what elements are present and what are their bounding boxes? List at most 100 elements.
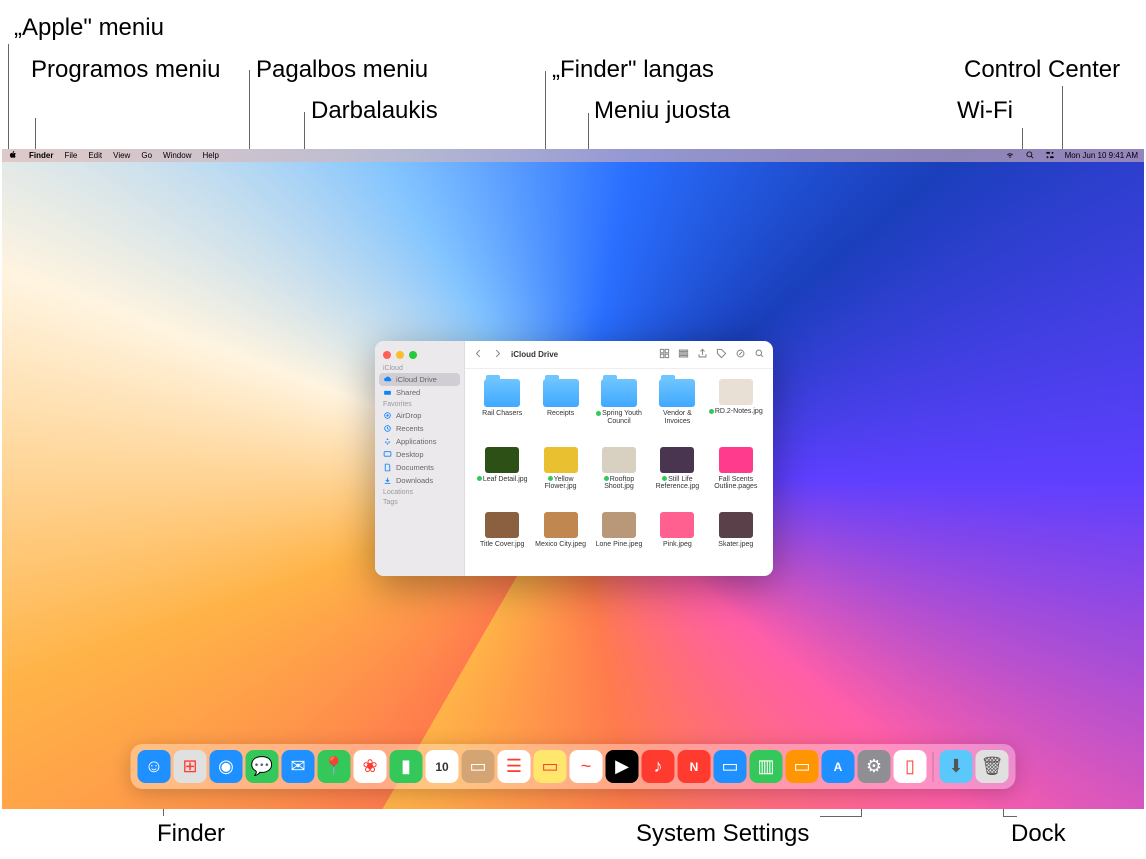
file-item[interactable]: Mexico City.jpeg: [533, 512, 587, 566]
dock-app-photos[interactable]: ❀: [354, 750, 387, 783]
sidebar-item-documents[interactable]: Documents: [375, 461, 464, 474]
file-thumbnail: [485, 447, 519, 473]
menu-window[interactable]: Window: [163, 151, 191, 160]
sidebar-item-applications[interactable]: Applications: [375, 435, 464, 448]
file-item[interactable]: Yellow Flower.jpg: [533, 447, 587, 509]
dock-separator: [933, 752, 934, 782]
sidebar-item-downloads[interactable]: Downloads: [375, 474, 464, 487]
dock-app-music[interactable]: ♪: [642, 750, 675, 783]
file-item[interactable]: RD.2-Notes.jpg: [709, 379, 763, 443]
file-item[interactable]: Title Cover.jpg: [475, 512, 529, 566]
menu-app-name[interactable]: Finder: [29, 151, 53, 160]
sidebar-item-label: Desktop: [396, 450, 424, 459]
dock-app-messages[interactable]: 💬: [246, 750, 279, 783]
file-label: Lone Pine.jpeg: [596, 541, 643, 549]
dock-app-maps[interactable]: 📍: [318, 750, 351, 783]
dock-app-reminders[interactable]: ☰: [498, 750, 531, 783]
menu-edit[interactable]: Edit: [88, 151, 102, 160]
finder-toolbar: iCloud Drive: [465, 341, 773, 369]
dock-app-tv[interactable]: ▶: [606, 750, 639, 783]
wifi-icon[interactable]: [1005, 150, 1015, 162]
tag-dot: [477, 476, 482, 481]
dock-app-keynote[interactable]: ▭: [714, 750, 747, 783]
callout-apple-menu: „Apple" meniu: [14, 14, 164, 42]
callout-app-menu: Programos meniu: [31, 56, 220, 84]
tags-button[interactable]: [716, 348, 727, 361]
control-center-icon[interactable]: [1045, 150, 1055, 162]
group-button[interactable]: [678, 348, 689, 361]
sidebar-item-airdrop[interactable]: AirDrop: [375, 409, 464, 422]
dock-app-launchpad[interactable]: ⊞: [174, 750, 207, 783]
action-button[interactable]: [735, 348, 746, 361]
dock-app-freeform[interactable]: ~: [570, 750, 603, 783]
callout-line: [1062, 86, 1063, 157]
dock-app-pages[interactable]: ▭: [786, 750, 819, 783]
callout-system-settings: System Settings: [636, 820, 809, 848]
file-item[interactable]: Leaf Detail.jpg: [475, 447, 529, 509]
dock-app-glyph: ⚙: [866, 756, 882, 777]
dock-app-glyph: ~: [581, 756, 592, 777]
dock-app-glyph: ❀: [362, 756, 377, 777]
dock-glyph: 🗑: [981, 756, 1004, 777]
dock-app-glyph: ▶: [615, 756, 629, 777]
file-label: Leaf Detail.jpg: [477, 476, 528, 484]
callout-finder-window: „Finder" langas: [552, 56, 714, 84]
dock-app-mail[interactable]: ✉: [282, 750, 315, 783]
file-item[interactable]: Pink.jpeg: [650, 512, 704, 566]
file-label: Skater.jpeg: [718, 541, 753, 549]
sidebar-section-label: iCloud: [375, 363, 464, 373]
spotlight-icon[interactable]: [1025, 150, 1035, 162]
menu-help[interactable]: Help: [202, 151, 218, 160]
close-button[interactable]: [383, 351, 391, 359]
sidebar-section-label: Tags: [375, 497, 464, 507]
dock-app-notes[interactable]: ▭: [534, 750, 567, 783]
menu-file[interactable]: File: [64, 151, 77, 160]
dock-downloads[interactable]: ⬇: [940, 750, 973, 783]
dock-app-iphone-mirroring[interactable]: ▯: [894, 750, 927, 783]
sidebar-item-label: Documents: [396, 463, 434, 472]
menu-go[interactable]: Go: [141, 151, 152, 160]
sidebar-item-label: Recents: [396, 424, 424, 433]
dock-app-calendar[interactable]: 10: [426, 750, 459, 783]
dock-app-system-settings[interactable]: ⚙: [858, 750, 891, 783]
share-button[interactable]: [697, 348, 708, 361]
file-label: Vendor & Invoices: [650, 410, 704, 425]
sidebar-item-icloud-drive[interactable]: iCloud Drive: [379, 373, 460, 386]
sidebar-item-shared[interactable]: Shared: [375, 386, 464, 399]
menu-view[interactable]: View: [113, 151, 130, 160]
callout-app-menu-text: Programos meniu: [31, 56, 220, 83]
file-item[interactable]: Fall Scents Outline.pages: [709, 447, 763, 509]
file-item[interactable]: Spring Youth Council: [592, 379, 646, 443]
sidebar-item-desktop[interactable]: Desktop: [375, 448, 464, 461]
menubar-datetime[interactable]: Mon Jun 10 9:41 AM: [1065, 151, 1138, 160]
dock-app-finder[interactable]: ☺: [138, 750, 171, 783]
callout-desktop: Darbalaukis: [311, 97, 438, 125]
minimize-button[interactable]: [396, 351, 404, 359]
dock-app-glyph: ♪: [654, 756, 663, 777]
file-item[interactable]: Lone Pine.jpeg: [592, 512, 646, 566]
dock-app-facetime[interactable]: ▮: [390, 750, 423, 783]
file-item[interactable]: Receipts: [533, 379, 587, 443]
search-button[interactable]: [754, 348, 765, 361]
file-thumbnail: [719, 447, 753, 473]
dock-app-news[interactable]: N: [678, 750, 711, 783]
zoom-button[interactable]: [409, 351, 417, 359]
menu-bar: Finder File Edit View Go Window Help Mon…: [2, 149, 1144, 162]
dock-app-numbers[interactable]: ▥: [750, 750, 783, 783]
dock-app-app-store[interactable]: A: [822, 750, 855, 783]
file-item[interactable]: Still Life Reference.jpg: [650, 447, 704, 509]
view-icons-button[interactable]: [659, 348, 670, 361]
forward-button[interactable]: [492, 348, 503, 361]
back-button[interactable]: [473, 348, 484, 361]
sidebar-item-label: Downloads: [396, 476, 433, 485]
sidebar-item-recents[interactable]: Recents: [375, 422, 464, 435]
macos-screenshot: Finder File Edit View Go Window Help Mon…: [2, 149, 1144, 809]
file-item[interactable]: Skater.jpeg: [709, 512, 763, 566]
file-item[interactable]: Rail Chasers: [475, 379, 529, 443]
apple-menu[interactable]: [8, 150, 18, 162]
dock-app-safari[interactable]: ◉: [210, 750, 243, 783]
file-item[interactable]: Vendor & Invoices: [650, 379, 704, 443]
dock-app-contacts[interactable]: ▭: [462, 750, 495, 783]
file-item[interactable]: Rooftop Shoot.jpg: [592, 447, 646, 509]
dock-trash[interactable]: 🗑: [976, 750, 1009, 783]
